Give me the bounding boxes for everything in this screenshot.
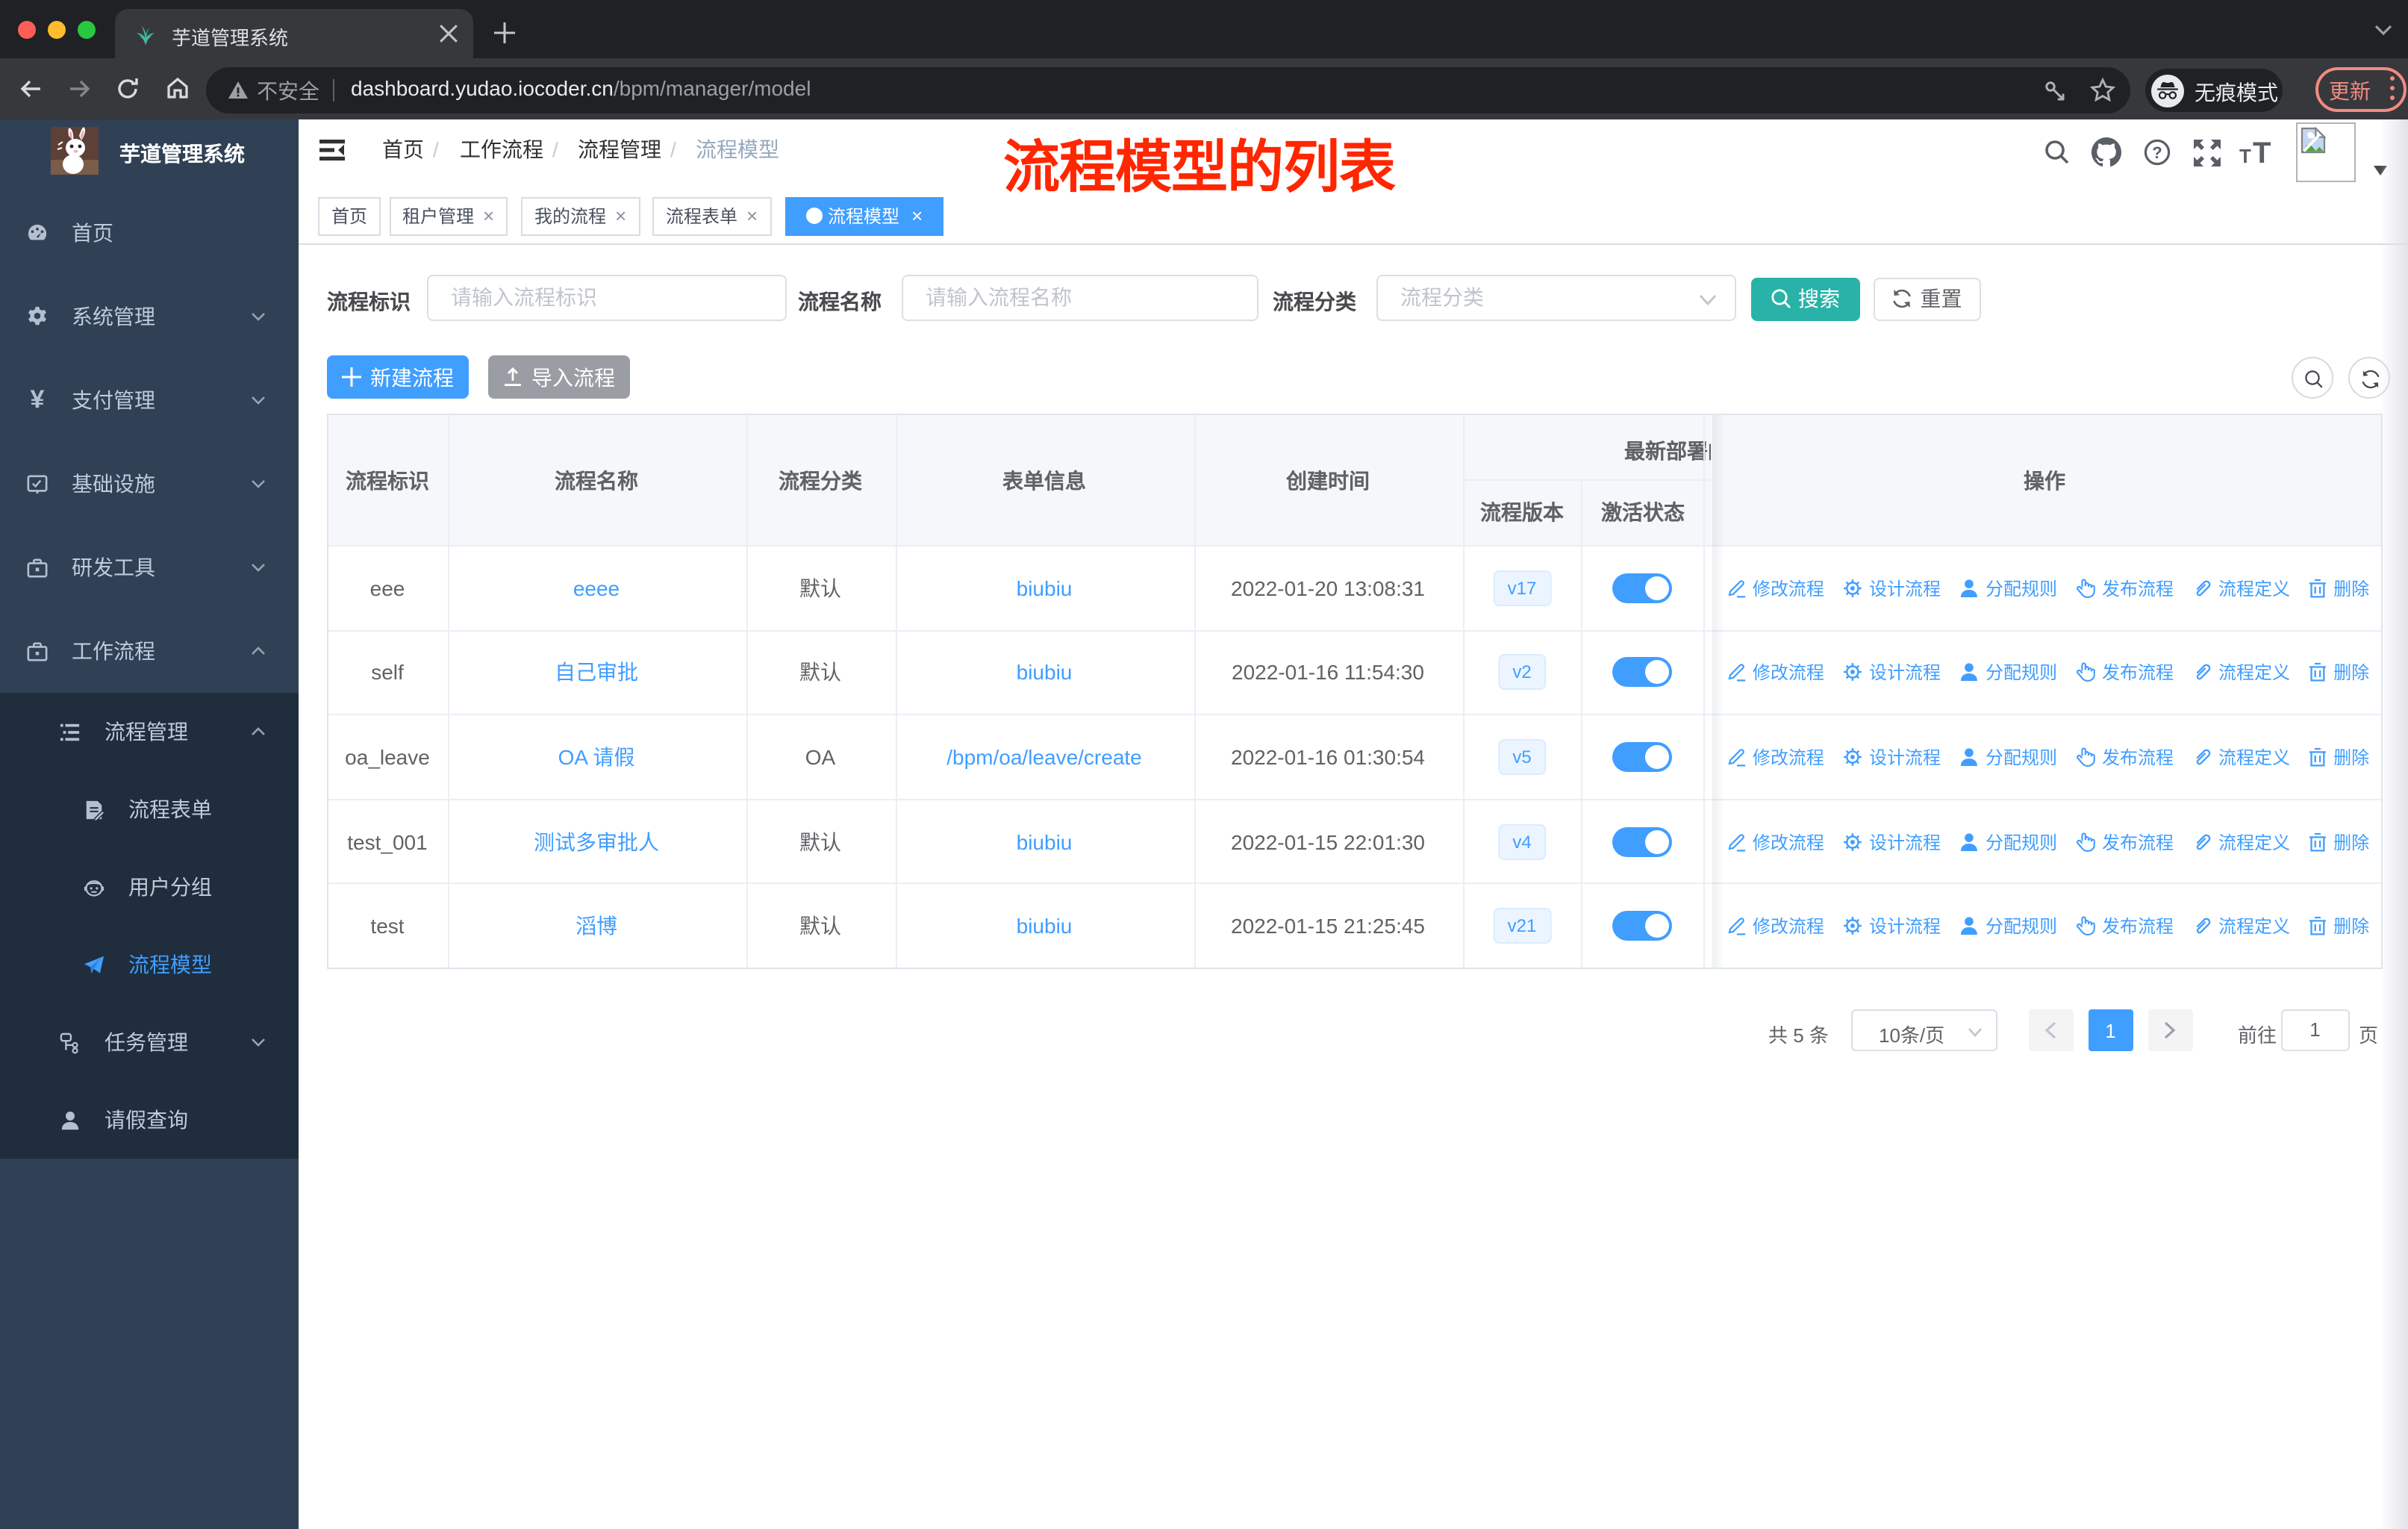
svg-text:T: T (2253, 137, 2271, 167)
svg-text:T: T (2239, 145, 2251, 167)
svg-text:?: ? (2152, 143, 2162, 162)
